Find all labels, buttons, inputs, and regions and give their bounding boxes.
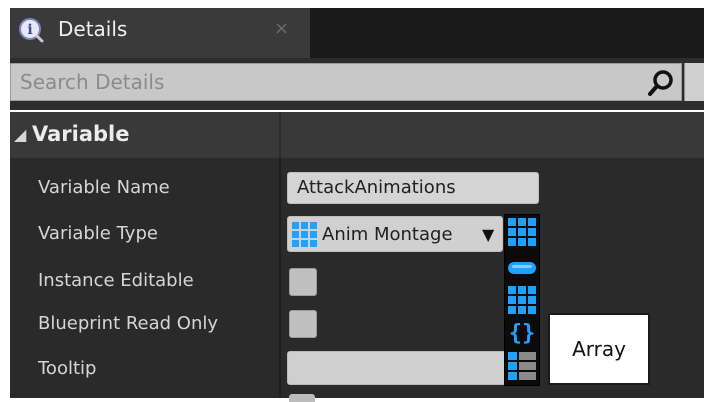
variable-name-value: AttackAnimations	[297, 177, 456, 198]
tab-title: Details	[58, 17, 128, 41]
variable-type-label: Variable Type	[38, 223, 158, 244]
map-type-icon[interactable]	[506, 350, 538, 382]
type-grid-icon	[292, 222, 317, 247]
svg-text:i: i	[27, 22, 32, 38]
single-variable-icon[interactable]	[506, 252, 538, 284]
array-grid-icon[interactable]	[506, 216, 538, 248]
tooltip-label: Tooltip	[38, 358, 97, 379]
search-placeholder: Search Details	[20, 70, 165, 94]
tab-details[interactable]	[10, 8, 310, 58]
search-icon[interactable]	[646, 68, 676, 98]
collapse-arrow-icon[interactable]: ◢	[14, 124, 26, 146]
map-braces-icon[interactable]: {}	[506, 316, 538, 348]
set-grid-icon[interactable]	[506, 284, 538, 316]
variable-type-value: Anim Montage	[322, 224, 453, 245]
variable-name-label: Variable Name	[38, 177, 170, 198]
instance-editable-label: Instance Editable	[38, 270, 194, 291]
details-info-icon: i	[19, 18, 44, 43]
blueprint-read-only-label: Blueprint Read Only	[38, 313, 219, 334]
tab-close-button[interactable]: ×	[274, 16, 289, 42]
array-tooltip-text: Array	[572, 337, 626, 361]
instance-editable-checkbox[interactable]	[289, 268, 317, 296]
column-divider	[279, 112, 281, 158]
chevron-down-icon: ▼	[482, 225, 495, 244]
svg-text:{}: {}	[509, 321, 536, 346]
tooltip-field[interactable]	[287, 351, 539, 385]
column-divider[interactable]	[279, 158, 281, 398]
category-label: Variable	[32, 122, 130, 146]
view-options-button[interactable]	[684, 63, 704, 101]
next-row-checkbox[interactable]	[289, 394, 315, 402]
blueprint-read-only-checkbox[interactable]	[289, 310, 317, 338]
